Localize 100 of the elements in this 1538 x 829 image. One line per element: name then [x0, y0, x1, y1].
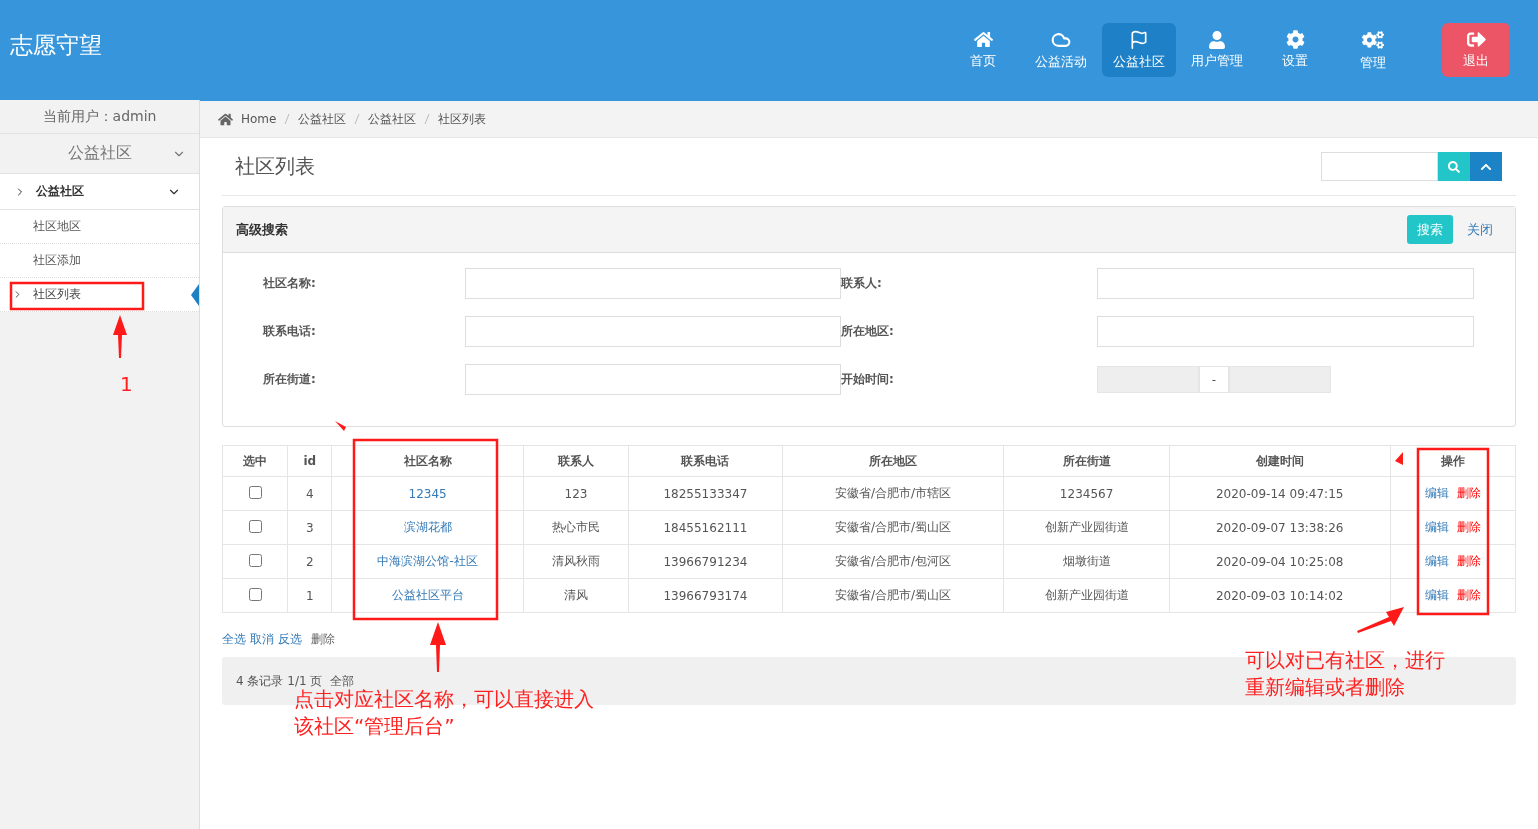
- row-checkbox[interactable]: [248, 587, 262, 601]
- annotation-arrow: [1357, 607, 1404, 633]
- column-header: id: [287, 445, 332, 477]
- nav-button[interactable]: 管理: [1336, 23, 1410, 77]
- page-title: 社区列表: [235, 153, 315, 180]
- annotation-text: 重新编辑或者删除: [1245, 674, 1406, 701]
- sidebar-section[interactable]: 公益社区: [67, 143, 132, 164]
- field-label: 所在地区:: [841, 323, 895, 340]
- active-marker-icon: [191, 283, 199, 306]
- table-cell: 4: [287, 476, 332, 511]
- field-label: 联系人:: [841, 275, 883, 292]
- sidebar-item[interactable]: 社区添加: [0, 244, 199, 278]
- panel-title: 高级搜索: [236, 220, 288, 239]
- bulk-action-link[interactable]: 取消: [250, 631, 274, 648]
- delete-link[interactable]: 删除: [1456, 520, 1481, 534]
- table-cell: 清风秋雨: [523, 544, 629, 579]
- input-field[interactable]: [465, 268, 841, 299]
- table-cell: 2020-09-04 10:25:08: [1169, 544, 1390, 579]
- table-cell: 安徽省/合肥市/蜀山区: [782, 510, 1004, 545]
- field-label: 联系电话:: [263, 323, 317, 340]
- delete-link[interactable]: 删除: [1456, 486, 1481, 500]
- table-cell: 123: [523, 476, 629, 511]
- search-field[interactable]: [1321, 152, 1438, 181]
- table-cell: 清风: [523, 578, 629, 613]
- table-cell: 2020-09-07 13:38:26: [1169, 510, 1390, 545]
- nav-button[interactable]: 用户管理: [1180, 23, 1254, 77]
- row-checkbox[interactable]: [248, 553, 262, 567]
- app-title: 志愿守望: [10, 31, 102, 60]
- breadcrumb-item[interactable]: 公益社区: [298, 110, 347, 128]
- column-header: 所在地区: [782, 445, 1004, 477]
- breadcrumb-item[interactable]: 公益社区: [368, 110, 417, 128]
- edit-link[interactable]: 编辑: [1424, 486, 1449, 500]
- nav-button[interactable]: 公益社区: [1102, 23, 1176, 77]
- table-cell: 2020-09-03 10:14:02: [1169, 578, 1390, 613]
- page-all-link[interactable]: 全部: [330, 672, 355, 690]
- community-link[interactable]: 滨湖花都: [403, 520, 452, 534]
- delete-link[interactable]: 删除: [1456, 554, 1481, 568]
- table-cell: 安徽省/合肥市/包河区: [782, 544, 1004, 579]
- edit-link[interactable]: 编辑: [1424, 520, 1449, 534]
- table-cell: 13966791234: [628, 544, 783, 579]
- nav-button[interactable]: 设置: [1258, 23, 1332, 77]
- search-button[interactable]: [1438, 152, 1470, 181]
- annotation-text: 1: [120, 371, 133, 398]
- table-cell: 1234567: [1003, 476, 1170, 511]
- field-label: 社区名称:: [263, 275, 317, 292]
- input-field[interactable]: [1097, 268, 1474, 299]
- bulk-action-link[interactable]: 删除: [311, 631, 335, 648]
- field-label: 开始时间:: [841, 371, 895, 388]
- bulk-action-link[interactable]: 反选: [278, 631, 302, 648]
- table-cell: 创新产业园街道: [1003, 578, 1170, 613]
- date-field[interactable]: [1229, 366, 1331, 393]
- community-link[interactable]: 12345: [408, 486, 447, 501]
- row-checkbox[interactable]: [248, 519, 262, 533]
- annotation-arrow: [113, 315, 127, 358]
- input-field[interactable]: [465, 364, 841, 395]
- annotation-text: 可以对已有社区，进行: [1245, 647, 1445, 674]
- breadcrumb-separator-icon: [284, 113, 291, 125]
- row-checkbox[interactable]: [248, 485, 262, 499]
- user-icon: [1208, 30, 1226, 49]
- range-separator: -: [1199, 366, 1229, 393]
- edit-link[interactable]: 编辑: [1424, 554, 1449, 568]
- delete-link[interactable]: 删除: [1456, 588, 1481, 602]
- annotation-mark: [1395, 452, 1403, 465]
- nav-button[interactable]: 首页: [946, 23, 1020, 77]
- breadcrumb-item[interactable]: Home: [241, 112, 277, 126]
- column-header: 所在街道: [1003, 445, 1170, 477]
- nav-button[interactable]: 公益活动: [1024, 23, 1098, 77]
- table-cell: 13966793174: [628, 578, 783, 613]
- column-header: 联系人: [523, 445, 629, 477]
- input-field[interactable]: [1097, 316, 1474, 347]
- table-cell: 18455162111: [628, 510, 783, 545]
- table-cell: 2020-09-14 09:47:15: [1169, 476, 1390, 511]
- column-header: 选中: [222, 445, 288, 477]
- logout-icon: [1466, 30, 1486, 49]
- column-header: 创建时间: [1169, 445, 1390, 477]
- settings-icon: [1285, 30, 1305, 49]
- bulk-action-link[interactable]: 全选: [222, 631, 246, 648]
- edit-link[interactable]: 编辑: [1424, 588, 1449, 602]
- table-cell: 1: [287, 578, 332, 613]
- input-field[interactable]: [465, 316, 841, 347]
- home-icon: [973, 30, 993, 49]
- field-label: 所在街道:: [263, 371, 317, 388]
- table-cell: 烟墩街道: [1003, 544, 1170, 579]
- flag-icon: [1129, 29, 1149, 50]
- column-header: 联系电话: [628, 445, 783, 477]
- date-field[interactable]: [1097, 366, 1199, 393]
- breadcrumb-item: 社区列表: [438, 110, 487, 128]
- table-cell: 18255133347: [628, 476, 783, 511]
- community-link[interactable]: 公益社区平台: [391, 588, 464, 602]
- sidebar-item[interactable]: 社区列表: [0, 278, 199, 312]
- home-icon: [218, 111, 233, 127]
- collapse-button[interactable]: [1470, 152, 1502, 181]
- table-cell: 创新产业园街道: [1003, 510, 1170, 545]
- record-summary: 4 条记录 1/1 页: [236, 672, 323, 689]
- annotation-arrow: [430, 622, 446, 672]
- breadcrumb-separator-icon: [354, 113, 361, 125]
- current-user: 当前用户：admin: [0, 100, 199, 134]
- close-link[interactable]: 关闭: [1467, 221, 1493, 237]
- sidebar-item[interactable]: 社区地区: [0, 210, 199, 244]
- nav-button[interactable]: 退出: [1442, 23, 1510, 77]
